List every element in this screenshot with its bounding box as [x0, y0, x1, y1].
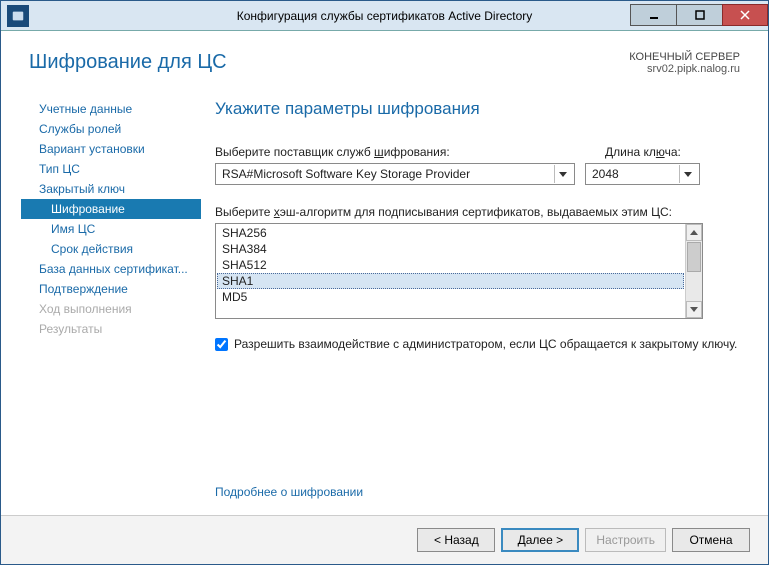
provider-value: RSA#Microsoft Software Key Storage Provi… — [222, 167, 470, 181]
maximize-button[interactable] — [676, 4, 722, 26]
main-panel: Укажите параметры шифрования Выберите по… — [201, 85, 768, 515]
sidebar-item-1[interactable]: Службы ролей — [21, 119, 201, 139]
hash-listbox[interactable]: SHA256SHA384SHA512SHA1MD5 — [215, 223, 703, 319]
footer: < Назад Далее > Настроить Отмена — [1, 515, 768, 564]
sidebar-item-2[interactable]: Вариант установки — [21, 139, 201, 159]
hash-option-sha1[interactable]: SHA1 — [217, 273, 684, 289]
provider-dropdown[interactable]: RSA#Microsoft Software Key Storage Provi… — [215, 163, 575, 185]
scroll-up-button[interactable] — [686, 224, 702, 241]
sidebar-item-6[interactable]: Имя ЦС — [21, 219, 201, 239]
provider-label: Выберите поставщик служб шифрования: — [215, 145, 575, 159]
hash-option-sha384[interactable]: SHA384 — [217, 241, 684, 257]
field-labels-row: Выберите поставщик служб шифрования: Дли… — [215, 145, 738, 159]
allow-admin-checkbox[interactable] — [215, 338, 228, 351]
scroll-thumb[interactable] — [687, 242, 701, 272]
scroll-down-button[interactable] — [686, 301, 702, 318]
body: Учетные данныеСлужбы ролейВариант устано… — [1, 85, 768, 515]
target-server: srv02.pipk.nalog.ru — [629, 63, 740, 75]
hash-option-sha512[interactable]: SHA512 — [217, 257, 684, 273]
hash-label: Выберите хэш-алгоритм для подписывания с… — [215, 205, 738, 219]
target-label: КОНЕЧНЫЙ СЕРВЕР — [629, 51, 740, 63]
keylen-value: 2048 — [592, 167, 619, 181]
chevron-down-icon — [679, 165, 695, 183]
configure-button[interactable]: Настроить — [585, 528, 666, 552]
sidebar-item-9[interactable]: Подтверждение — [21, 279, 201, 299]
sidebar-item-0[interactable]: Учетные данные — [21, 99, 201, 119]
keylen-dropdown[interactable]: 2048 — [585, 163, 700, 185]
hash-option-md5[interactable]: MD5 — [217, 289, 684, 305]
scrollbar[interactable] — [685, 224, 702, 318]
dropdown-row: RSA#Microsoft Software Key Storage Provi… — [215, 163, 738, 185]
app-icon — [7, 5, 29, 27]
cancel-button[interactable]: Отмена — [672, 528, 750, 552]
scroll-track[interactable] — [686, 273, 702, 301]
sidebar: Учетные данныеСлужбы ролейВариант устано… — [1, 85, 201, 515]
allow-admin-row[interactable]: Разрешить взаимодействие с администратор… — [215, 337, 738, 351]
sidebar-item-5[interactable]: Шифрование — [21, 199, 201, 219]
sidebar-item-10: Ход выполнения — [21, 299, 201, 319]
keylen-label: Длина ключа: — [605, 145, 738, 159]
allow-admin-label: Разрешить взаимодействие с администратор… — [234, 337, 737, 351]
close-button[interactable] — [722, 4, 768, 26]
target-server-box: КОНЕЧНЫЙ СЕРВЕР srv02.pipk.nalog.ru — [629, 51, 740, 75]
titlebar[interactable]: Конфигурация службы сертификатов Active … — [1, 1, 768, 31]
header: Шифрование для ЦС КОНЕЧНЫЙ СЕРВЕР srv02.… — [1, 31, 768, 85]
sidebar-item-11: Результаты — [21, 319, 201, 339]
sidebar-item-3[interactable]: Тип ЦС — [21, 159, 201, 179]
wizard-window: Конфигурация службы сертификатов Active … — [0, 0, 769, 565]
sidebar-item-8[interactable]: База данных сертификат... — [21, 259, 201, 279]
hash-option-sha256[interactable]: SHA256 — [217, 225, 684, 241]
window-controls — [630, 5, 768, 26]
more-info-link[interactable]: Подробнее о шифровании — [215, 485, 738, 499]
next-button[interactable]: Далее > — [501, 528, 579, 552]
sidebar-item-7[interactable]: Срок действия — [21, 239, 201, 259]
chevron-down-icon — [554, 165, 570, 183]
sidebar-item-4[interactable]: Закрытый ключ — [21, 179, 201, 199]
hash-list-items: SHA256SHA384SHA512SHA1MD5 — [216, 224, 685, 318]
back-button[interactable]: < Назад — [417, 528, 495, 552]
section-title: Укажите параметры шифрования — [215, 99, 738, 119]
minimize-button[interactable] — [630, 4, 676, 26]
page-title: Шифрование для ЦС — [29, 51, 227, 74]
